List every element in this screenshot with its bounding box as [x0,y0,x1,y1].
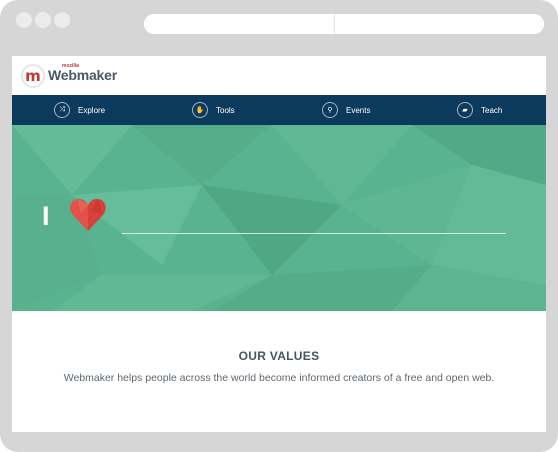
nav-label: Tools [216,105,235,115]
book-icon: ▰ [457,102,473,118]
browser-window: m mozilla Webmaker ⤨ Explore ✋ Tools ⚲ E… [0,0,558,452]
window-dot-minimize[interactable] [35,12,51,28]
shuffle-icon: ⤨ [54,102,70,118]
logo-mark: m [21,64,45,88]
main-nav: ⤨ Explore ✋ Tools ⚲ Events ▰ Teach [12,95,546,125]
site-header: m mozilla Webmaker [12,56,546,95]
hero-banner: I [12,125,546,311]
nav-item-explore[interactable]: ⤨ Explore [54,101,105,119]
webmaker-logo[interactable]: m mozilla Webmaker [21,63,117,88]
values-text: Webmaker helps people across the world b… [63,372,495,384]
address-bar[interactable] [144,14,544,34]
heart-icon [70,198,106,231]
nav-item-tools[interactable]: ✋ Tools [192,101,235,119]
logo-subtitle: mozilla [62,63,79,69]
window-dot-maximize[interactable] [54,12,70,28]
page-viewport: m mozilla Webmaker ⤨ Explore ✋ Tools ⚲ E… [12,56,546,432]
logo-text: mozilla Webmaker [48,63,117,85]
nav-item-events[interactable]: ⚲ Events [322,101,370,119]
hero-underline [122,233,506,234]
nav-label: Explore [78,105,106,115]
window-dot-close[interactable] [16,12,32,28]
hand-icon: ✋ [192,102,208,118]
nav-item-teach[interactable]: ▰ Teach [457,101,502,119]
values-title: OUR VALUES [238,349,320,363]
logo-name: Webmaker [48,67,117,83]
address-bar-divider [334,14,335,34]
nav-label: Teach [481,105,503,115]
map-pin-icon: ⚲ [322,102,338,118]
values-section: OUR VALUES Webmaker helps people across … [12,311,546,432]
hero-i-text: I [42,201,50,231]
nav-label: Events [346,105,371,115]
